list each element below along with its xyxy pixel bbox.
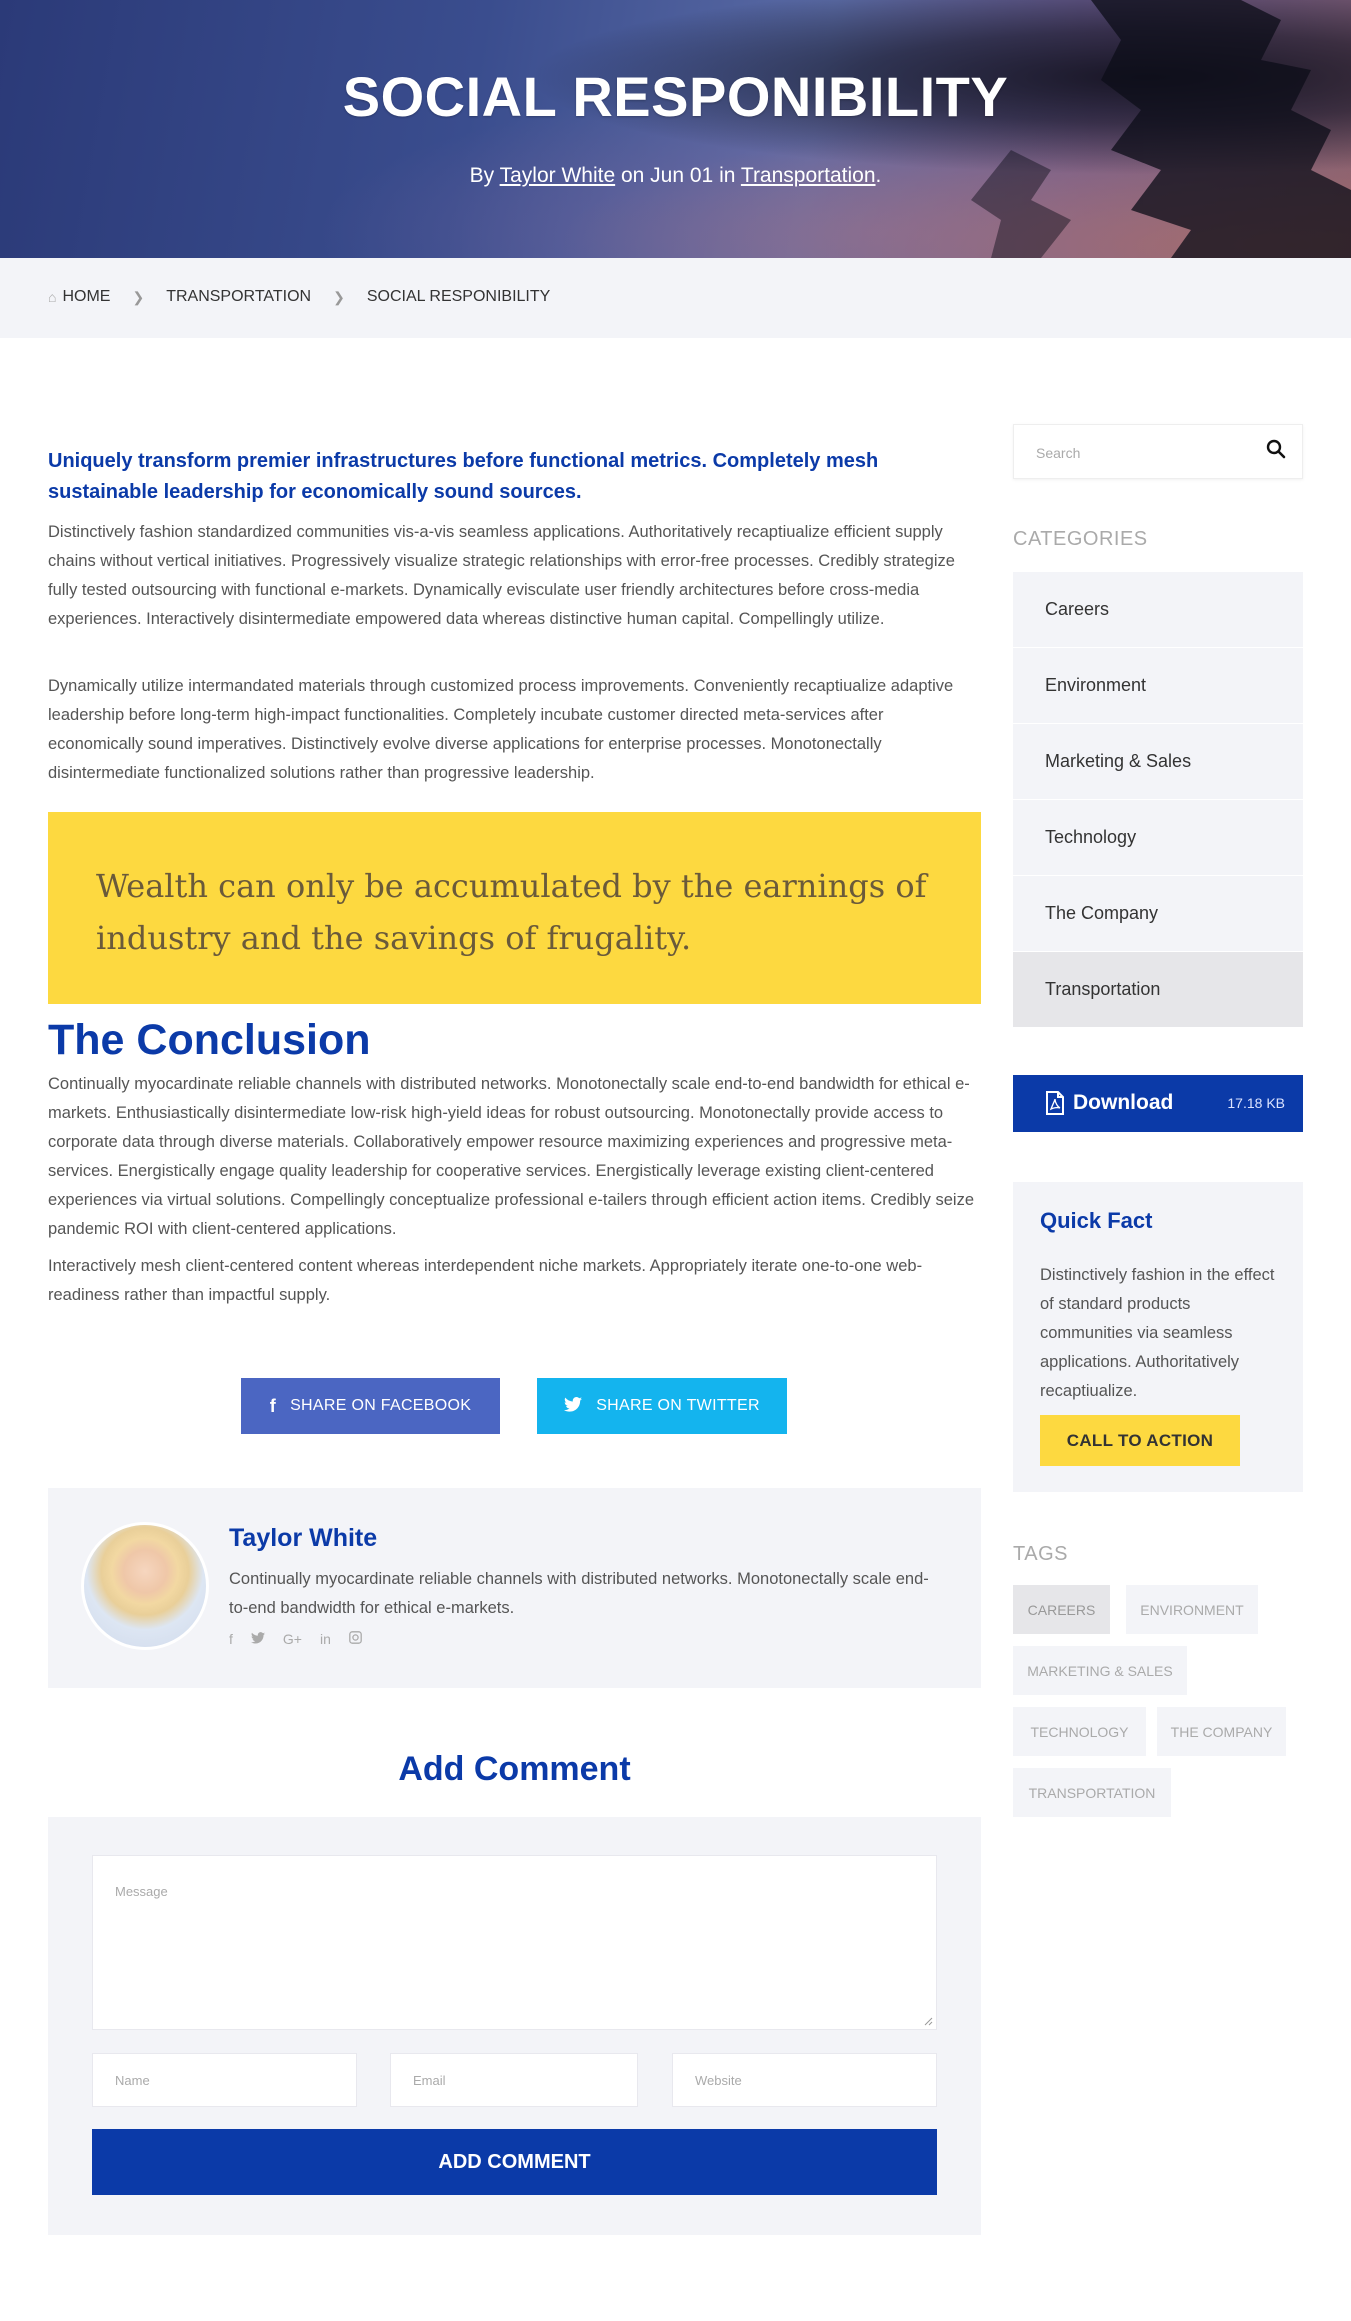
search-placeholder: Search (1036, 445, 1081, 461)
post-author-link[interactable]: Taylor White (500, 164, 616, 187)
add-comment-button[interactable]: ADD COMMENT (92, 2129, 937, 2195)
author-box: Taylor White Continually myocardinate re… (48, 1488, 981, 1688)
search-input[interactable]: Search (1013, 424, 1303, 479)
resize-handle-icon[interactable] (924, 2017, 933, 2026)
share-facebook-label: SHARE ON FACEBOOK (290, 1397, 472, 1414)
twitter-icon[interactable] (250, 1631, 265, 1647)
post-meta: By Taylor White on Jun 01 in Transportat… (0, 164, 1351, 188)
share-twitter-button[interactable]: SHARE ON TWITTER (537, 1378, 787, 1434)
home-icon: ⌂ (48, 289, 57, 305)
post-category-link[interactable]: Transportation (741, 164, 876, 187)
category-careers[interactable]: Careers (1013, 572, 1303, 648)
author-bio: Continually myocardinate reliable channe… (229, 1570, 929, 1617)
add-comment-heading: Add Comment (398, 1750, 631, 1788)
message-field[interactable]: Message (92, 1855, 937, 2030)
comment-form: Message Name Email Website ADD COMMENT (48, 1817, 981, 2235)
category-the-company[interactable]: The Company (1013, 876, 1303, 952)
name-field[interactable]: Name (92, 2053, 357, 2107)
breadcrumb-current: SOCIAL RESPONIBILITY (366, 288, 551, 305)
post-meta-by: By (469, 164, 495, 187)
hero-background-pattern (971, 0, 1351, 258)
category-environment[interactable]: Environment (1013, 648, 1303, 724)
hero-banner: SOCIAL RESPONIBILITY By Taylor White on … (0, 0, 1351, 258)
tag-marketing-sales[interactable]: MARKETING & SALES (1013, 1646, 1187, 1695)
author-social-links: f G+ in (229, 1631, 362, 1647)
breadcrumb-home[interactable]: HOME (62, 288, 110, 306)
quick-fact-text: Distinctively fashion in the effect of s… (1040, 1266, 1275, 1400)
avatar (81, 1522, 209, 1650)
post-meta-period: . (875, 164, 882, 187)
download-file-size: 17.18 KB (1227, 1095, 1285, 1111)
category-marketing-sales[interactable]: Marketing & Sales (1013, 724, 1303, 800)
twitter-icon (564, 1396, 583, 1417)
tag-transportation[interactable]: TRANSPORTATION (1013, 1768, 1171, 1817)
tag-careers[interactable]: CAREERS (1013, 1585, 1110, 1634)
conclusion-paragraph: Continually myocardinate reliable channe… (48, 1075, 974, 1238)
facebook-icon: f (269, 1395, 277, 1416)
share-facebook-button[interactable]: f SHARE ON FACEBOOK (241, 1378, 500, 1434)
chevron-right-icon: ❯ (333, 288, 345, 305)
breadcrumb-transportation[interactable]: TRANSPORTATION (166, 288, 311, 306)
category-transportation[interactable]: Transportation (1013, 952, 1303, 1028)
category-list: Careers Environment Marketing & Sales Te… (1013, 572, 1303, 1028)
share-twitter-label: SHARE ON TWITTER (596, 1397, 760, 1414)
website-placeholder: Website (695, 2073, 742, 2088)
facebook-icon[interactable]: f (229, 1631, 233, 1647)
google-plus-icon[interactable]: G+ (283, 1631, 302, 1647)
linkedin-icon[interactable]: in (320, 1631, 331, 1647)
categories-heading: CATEGORIES (1013, 528, 1148, 550)
message-placeholder: Message (115, 1884, 168, 1899)
page-title: SOCIAL RESPONIBILITY (342, 65, 1009, 128)
pull-quote: Wealth can only be accumulated by the ea… (48, 812, 981, 1004)
breadcrumb: ⌂ HOME ❯ TRANSPORTATION ❯ SOCIAL RESPONI… (48, 288, 550, 306)
article-lead: Uniquely transform premier infrastructur… (48, 450, 879, 503)
article-paragraph: Distinctively fashion standardized commu… (48, 523, 955, 628)
pdf-file-icon (1046, 1091, 1064, 1115)
download-label: Download (1073, 1091, 1174, 1114)
tag-the-company[interactable]: THE COMPANY (1157, 1707, 1286, 1756)
call-to-action-button[interactable]: CALL TO ACTION (1040, 1415, 1240, 1466)
website-field[interactable]: Website (672, 2053, 937, 2107)
instagram-icon[interactable] (349, 1631, 362, 1647)
download-button[interactable]: Download 17.18 KB (1013, 1075, 1303, 1132)
conclusion-heading: The Conclusion (48, 1016, 371, 1064)
quick-fact-title: Quick Fact (1040, 1208, 1153, 1233)
breadcrumb-bar: ⌂ HOME ❯ TRANSPORTATION ❯ SOCIAL RESPONI… (0, 258, 1351, 338)
email-placeholder: Email (413, 2073, 446, 2088)
tags-heading: TAGS (1013, 1543, 1068, 1565)
post-meta-date: on Jun 01 in (620, 164, 736, 187)
author-name[interactable]: Taylor White (229, 1524, 377, 1553)
search-icon[interactable] (1266, 439, 1286, 459)
chevron-right-icon: ❯ (132, 288, 145, 305)
pull-quote-text: Wealth can only be accumulated by the ea… (96, 867, 927, 957)
tag-technology[interactable]: TECHNOLOGY (1013, 1707, 1146, 1756)
quick-fact-box: Quick Fact Distinctively fashion in the … (1013, 1182, 1303, 1492)
name-placeholder: Name (115, 2073, 150, 2088)
tag-environment[interactable]: ENVIRONMENT (1126, 1585, 1258, 1634)
email-field[interactable]: Email (390, 2053, 638, 2107)
conclusion-paragraph: Interactively mesh client-centered conte… (48, 1257, 923, 1304)
category-technology[interactable]: Technology (1013, 800, 1303, 876)
article-paragraph: Dynamically utilize intermandated materi… (48, 677, 954, 782)
